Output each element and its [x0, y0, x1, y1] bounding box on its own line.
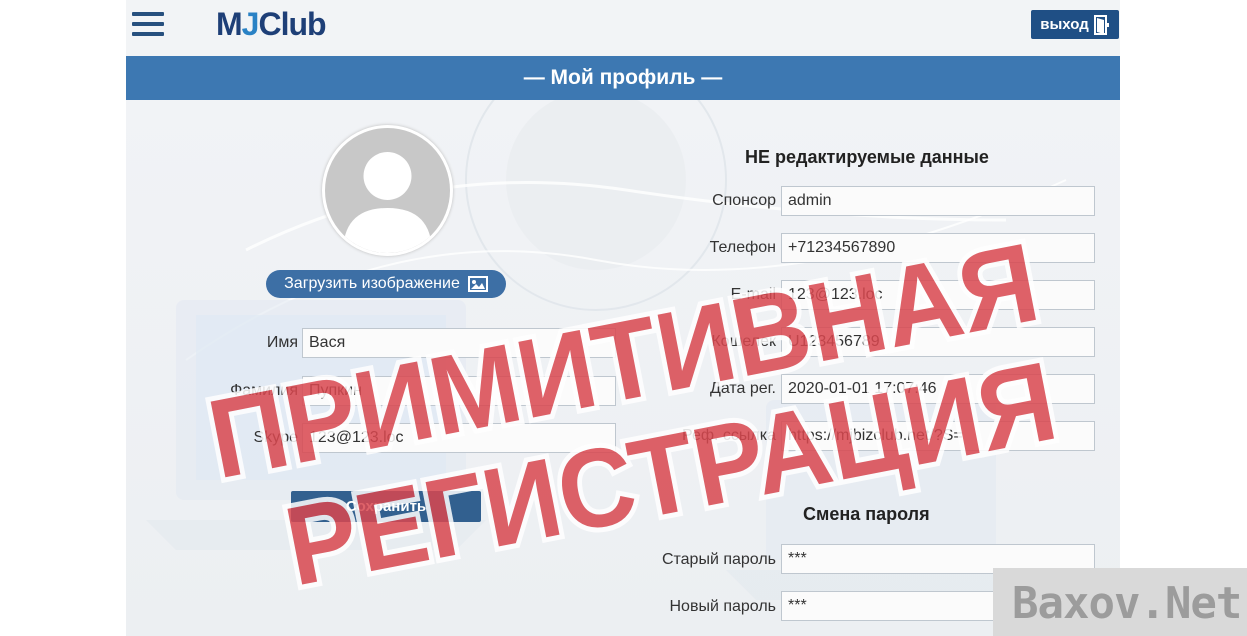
- avatar: [322, 125, 453, 256]
- wallet-field: [781, 327, 1095, 357]
- logo-m: M: [216, 6, 243, 42]
- reg-date-label: Дата рег.: [710, 380, 776, 397]
- last-name-label: Фамилия: [230, 382, 298, 399]
- image-icon: [467, 276, 488, 292]
- user-silhouette-icon: [343, 152, 432, 253]
- readonly-section-title: НЕ редактируемые данные: [745, 147, 989, 167]
- old-password-label: Старый пароль: [661, 551, 776, 568]
- logout-button[interactable]: выход: [1031, 10, 1119, 39]
- ref-link-field[interactable]: [781, 421, 1095, 451]
- wallet-label: Кошелек: [711, 333, 776, 350]
- watermark: Baxov.Net: [1012, 578, 1242, 629]
- ref-link-label: Реф. ссылка: [681, 427, 776, 444]
- top-bar: MJClub выход: [126, 0, 1120, 56]
- profile-content: Загрузить изображение Имя Фамилия Skype …: [126, 100, 1120, 636]
- phone-field: [781, 233, 1095, 263]
- first-name-input[interactable]: [302, 328, 616, 358]
- upload-image-button[interactable]: Загрузить изображение: [266, 270, 506, 298]
- logout-label: выход: [1040, 16, 1089, 33]
- email-field: [781, 280, 1095, 310]
- new-password-label: Новый пароль: [669, 598, 776, 615]
- email-label: E-mail: [730, 286, 776, 303]
- save-button[interactable]: Сохранить: [291, 491, 481, 522]
- password-section-title: Смена пароля: [803, 504, 930, 524]
- sponsor-label: Спонсор: [712, 192, 776, 209]
- logo-j: J: [241, 6, 260, 42]
- app-frame: MJClub выход — Мой профиль — Загрузить и…: [126, 0, 1120, 636]
- skype-label: Skype: [253, 429, 298, 446]
- page-title: — Мой профиль —: [126, 56, 1120, 100]
- phone-label: Телефон: [709, 239, 776, 256]
- last-name-input[interactable]: [302, 376, 616, 406]
- door-exit-icon: [1093, 14, 1109, 35]
- sponsor-field: [781, 186, 1095, 216]
- reg-date-field: [781, 374, 1095, 404]
- hamburger-icon[interactable]: [132, 12, 164, 40]
- logo-club: Club: [258, 6, 326, 42]
- first-name-label: Имя: [266, 334, 298, 351]
- skype-input[interactable]: [302, 423, 616, 453]
- upload-label: Загрузить изображение: [284, 275, 460, 292]
- logo[interactable]: MJClub: [216, 6, 327, 43]
